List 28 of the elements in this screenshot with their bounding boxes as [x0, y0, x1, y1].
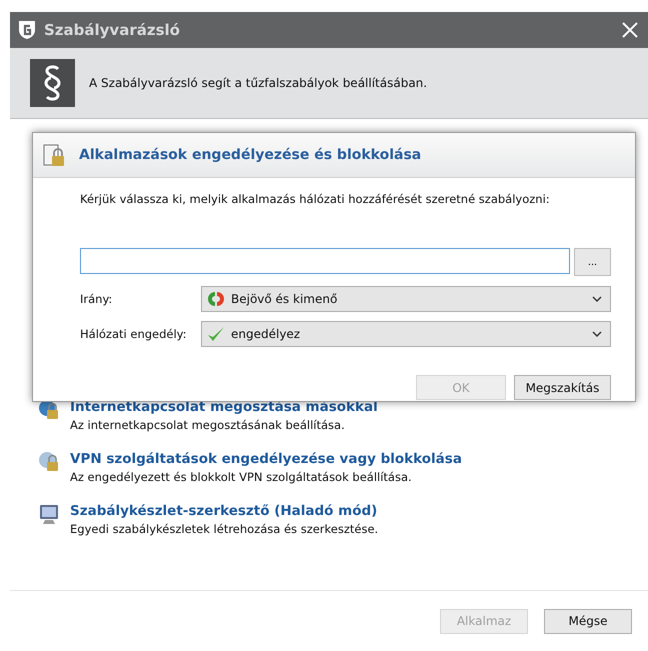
- dialog-title: Alkalmazások engedélyezése és blokkolása: [79, 147, 422, 163]
- shield-logo-icon: [18, 20, 36, 40]
- task-link[interactable]: VPN szolgáltatások engedélyezése vagy blokkolása: [70, 451, 462, 467]
- checkmark-icon: [207, 325, 225, 343]
- close-button[interactable]: [620, 20, 640, 40]
- cancel-button[interactable]: Mégse: [544, 608, 632, 634]
- lock-icon: [38, 451, 60, 473]
- application-field[interactable]: [80, 248, 570, 274]
- field-label: Hálózati engedély:: [80, 327, 188, 341]
- browse-button[interactable]: ...: [574, 248, 611, 276]
- cancel-button[interactable]: Megszakítás: [514, 375, 611, 400]
- arrows-icon: [207, 290, 225, 308]
- task-description: Egyedi szabálykészletek létrehozása és szerkesztése.: [70, 522, 378, 536]
- dropdown[interactable]: engedélyez: [201, 321, 611, 347]
- window-title: Szabályvarázsló: [44, 21, 181, 39]
- document-lock-icon: [41, 142, 67, 168]
- field-label: Irány:: [80, 292, 114, 306]
- task-description: Az engedélyezett és blokkolt VPN szolgáltatások beállítása.: [70, 470, 413, 484]
- chevron-icon: [592, 296, 602, 302]
- dropdown[interactable]: Bejövő és kimenő: [201, 286, 611, 312]
- instruction-text: Kérjük válassza ki, melyik alkalmazás hálózati hozzáférését szeretné szabályozni:: [80, 192, 551, 206]
- monitor-icon: [38, 503, 60, 525]
- task-link[interactable]: Internetkapcsolat megosztása másokkal: [70, 399, 378, 415]
- section-sign-icon: [30, 59, 75, 107]
- chevron-icon: [592, 331, 602, 337]
- header-text: A Szabályvarázsló segít a tűzfalszabályok beállításában.: [89, 76, 428, 90]
- task-link[interactable]: Szabálykészlet-szerkesztő (Haladó mód): [70, 503, 378, 519]
- task-description: Az internetkapcsolat megosztásának beállítása.: [70, 418, 346, 432]
